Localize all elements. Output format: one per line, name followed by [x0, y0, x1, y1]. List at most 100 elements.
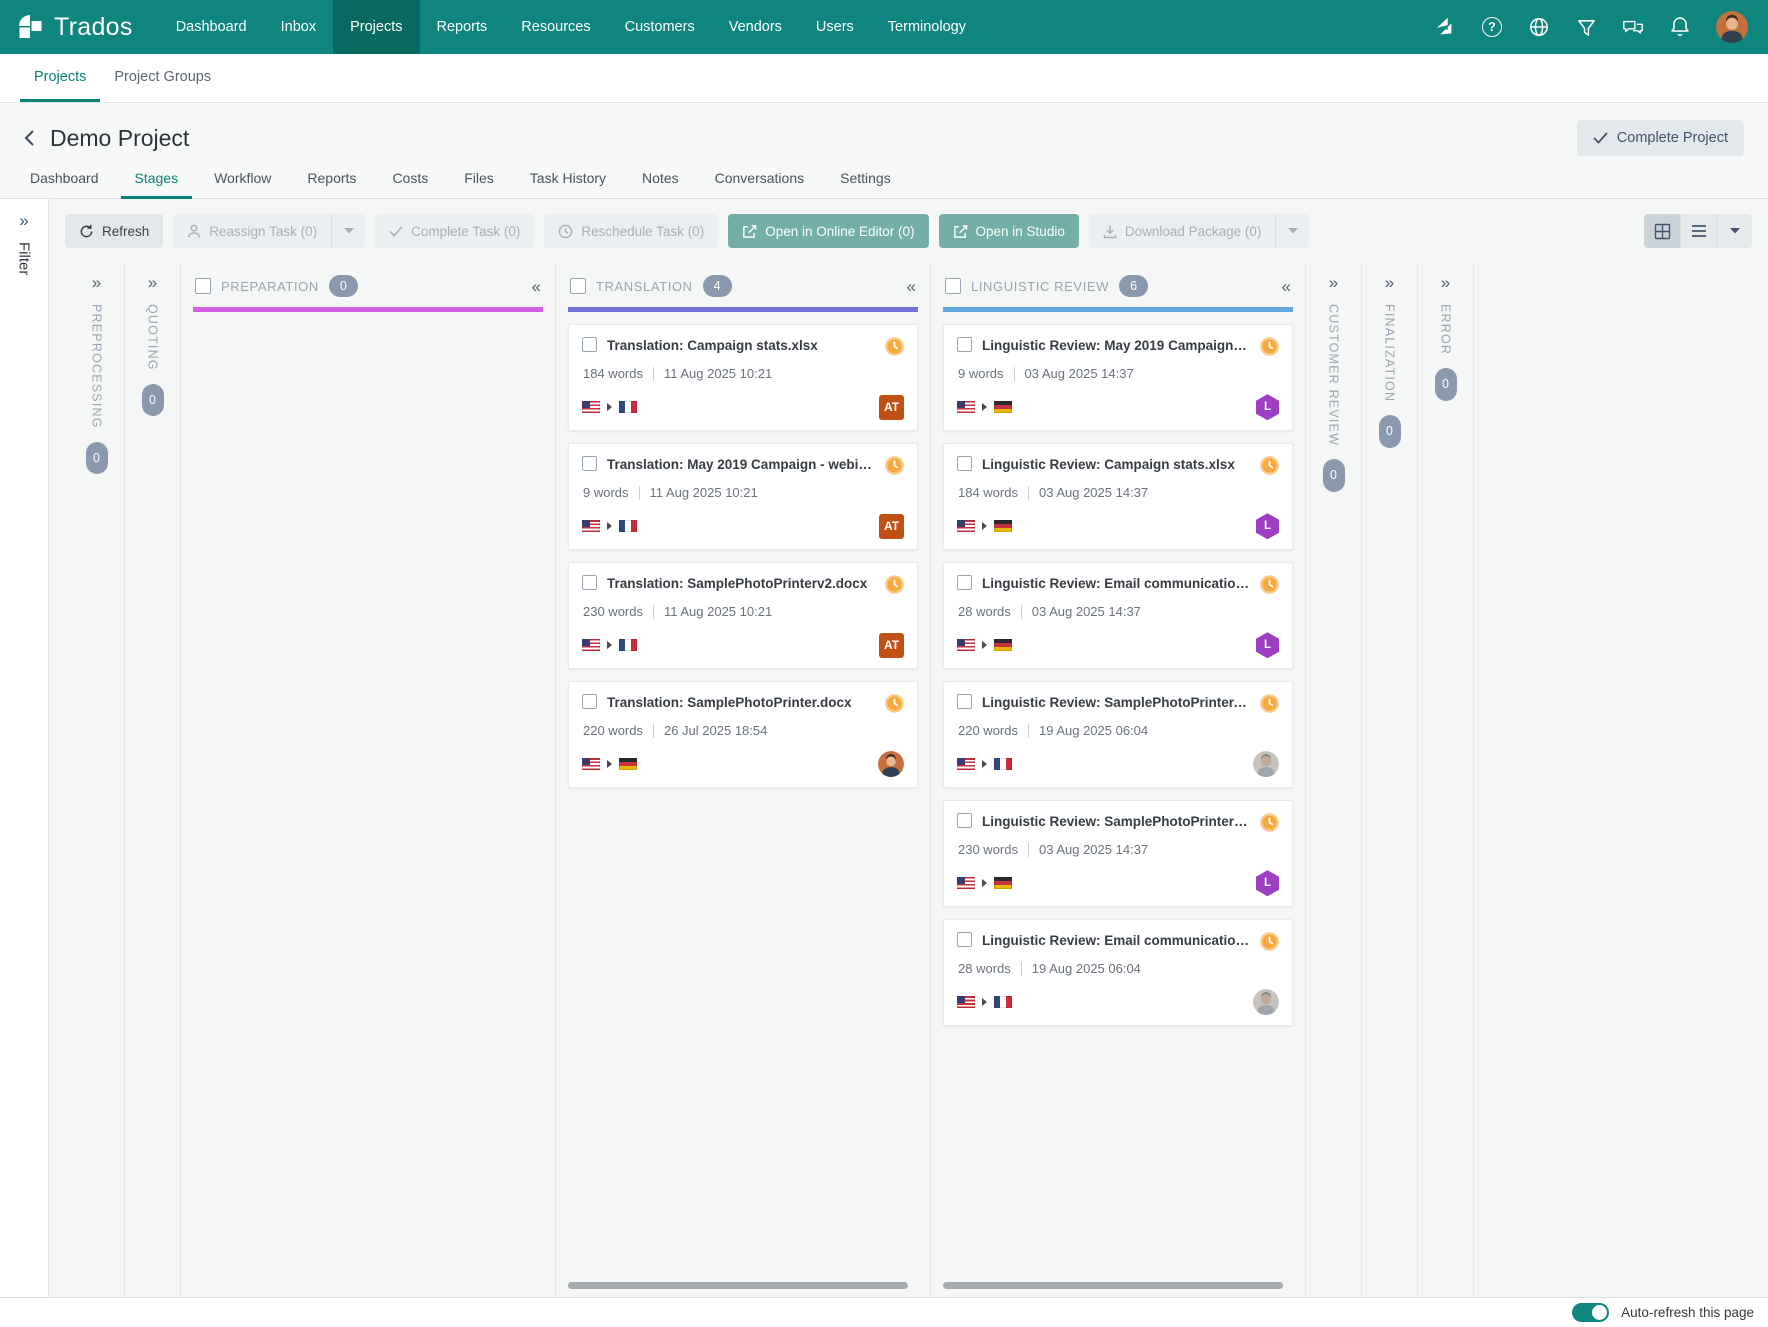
- stage-column-label: PREPROCESSING: [90, 304, 104, 429]
- meta-divider: [1028, 843, 1029, 857]
- task-card[interactable]: Translation: Campaign stats.xlsx184 word…: [568, 324, 918, 431]
- meta-divider: [1028, 724, 1029, 738]
- due-date-clock-icon: [885, 456, 904, 475]
- task-checkbox[interactable]: [582, 337, 597, 352]
- task-checkbox[interactable]: [582, 456, 597, 471]
- complete-project-button[interactable]: Complete Project: [1577, 120, 1744, 156]
- select-all-checkbox[interactable]: [945, 278, 961, 294]
- collapse-column-button[interactable]: «: [532, 278, 541, 295]
- reassign-task-dropdown[interactable]: [331, 214, 365, 248]
- fr-flag-icon: [619, 401, 637, 413]
- notifications-bell-icon[interactable]: [1669, 16, 1691, 38]
- assignee-group-badge: L: [1256, 513, 1279, 539]
- select-all-checkbox[interactable]: [195, 278, 211, 294]
- task-card[interactable]: Linguistic Review: Campaign stats.xlsx18…: [943, 443, 1293, 550]
- expand-column-button[interactable]: »: [92, 274, 101, 291]
- expand-column-button[interactable]: »: [1385, 274, 1394, 291]
- task-checkbox[interactable]: [957, 456, 972, 471]
- ptab-workflow[interactable]: Workflow: [200, 170, 285, 199]
- task-card[interactable]: Translation: SamplePhotoPrinter.docx220 …: [568, 681, 918, 788]
- stage-count-badge: 0: [329, 275, 358, 297]
- nav-item-reports[interactable]: Reports: [420, 0, 505, 54]
- page-footer: Auto-refresh this page: [0, 1297, 1768, 1327]
- open-in-studio-button[interactable]: Open in Studio: [939, 214, 1079, 248]
- task-checkbox[interactable]: [957, 575, 972, 590]
- ptab-conversations[interactable]: Conversations: [701, 170, 819, 199]
- task-card[interactable]: Translation: May 2019 Campaign - webinar…: [568, 443, 918, 550]
- nav-item-resources[interactable]: Resources: [504, 0, 607, 54]
- download-package-dropdown[interactable]: [1275, 214, 1309, 248]
- task-due-date: 11 Aug 2025 10:21: [664, 366, 772, 381]
- back-button[interactable]: [16, 125, 42, 151]
- nav-item-inbox[interactable]: Inbox: [264, 0, 333, 54]
- ptab-stages[interactable]: Stages: [121, 170, 193, 199]
- open-in-online-editor-button[interactable]: Open in Online Editor (0): [728, 214, 928, 248]
- auto-refresh-toggle[interactable]: [1572, 1303, 1609, 1322]
- expand-column-button[interactable]: »: [1441, 274, 1450, 291]
- horizontal-scrollbar-thumb[interactable]: [943, 1282, 1283, 1289]
- nav-item-projects[interactable]: Projects: [333, 0, 419, 54]
- brand[interactable]: Trados: [0, 12, 159, 42]
- globe-icon[interactable]: [1528, 16, 1550, 38]
- nav-item-dashboard[interactable]: Dashboard: [159, 0, 264, 54]
- reschedule-task-button[interactable]: Reschedule Task (0): [544, 214, 718, 248]
- stage-toolbar: Refresh Reassign Task (0) Complete Task …: [49, 199, 1768, 262]
- view-options-dropdown[interactable]: [1716, 214, 1752, 248]
- task-card[interactable]: Translation: SamplePhotoPrinterv2.docx 23…: [568, 562, 918, 669]
- task-card[interactable]: Linguistic Review: SamplePhotoPrinter.do…: [943, 681, 1293, 788]
- tab-projects[interactable]: Projects: [20, 54, 100, 102]
- reassign-task-button[interactable]: Reassign Task (0): [173, 214, 331, 248]
- collapse-column-button[interactable]: «: [907, 278, 916, 295]
- fr-flag-icon: [994, 996, 1012, 1008]
- tab-project-groups[interactable]: Project Groups: [100, 54, 225, 102]
- download-package-button[interactable]: Download Package (0): [1089, 214, 1276, 248]
- task-checkbox[interactable]: [582, 575, 597, 590]
- select-all-checkbox[interactable]: [570, 278, 586, 294]
- ptab-task-history[interactable]: Task History: [516, 170, 620, 199]
- assignee-tag-badge: AT: [879, 633, 904, 658]
- task-card[interactable]: Linguistic Review: Email communication.h…: [943, 919, 1293, 1026]
- list-view-button[interactable]: [1680, 214, 1716, 248]
- task-checkbox[interactable]: [957, 813, 972, 828]
- nav-item-users[interactable]: Users: [799, 0, 871, 54]
- help-icon[interactable]: ?: [1481, 16, 1503, 38]
- expand-filter-button[interactable]: »: [19, 212, 28, 229]
- filter-funnel-icon[interactable]: [1575, 16, 1597, 38]
- filter-panel-collapsed: » Filter: [0, 199, 49, 1297]
- collapse-column-button[interactable]: «: [1282, 278, 1291, 295]
- task-card[interactable]: Linguistic Review: SamplePhotoPrinterv2.…: [943, 800, 1293, 907]
- ptab-costs[interactable]: Costs: [378, 170, 442, 199]
- task-word-count: 220 words: [958, 723, 1018, 738]
- reassign-task-split-button: Reassign Task (0): [173, 214, 365, 248]
- rws-swan-icon[interactable]: [1434, 16, 1456, 38]
- task-checkbox[interactable]: [957, 337, 972, 352]
- card-list: Linguistic Review: May 2019 Campaign - w…: [931, 312, 1305, 1297]
- us-flag-icon: [957, 401, 975, 413]
- ptab-reports[interactable]: Reports: [293, 170, 370, 199]
- task-card[interactable]: Linguistic Review: May 2019 Campaign - w…: [943, 324, 1293, 431]
- nav-item-terminology[interactable]: Terminology: [871, 0, 983, 54]
- nav-item-vendors[interactable]: Vendors: [712, 0, 799, 54]
- ptab-settings[interactable]: Settings: [826, 170, 905, 199]
- ptab-files[interactable]: Files: [450, 170, 508, 199]
- expand-column-button[interactable]: »: [148, 274, 157, 291]
- ptab-notes[interactable]: Notes: [628, 170, 693, 199]
- task-due-date: 03 Aug 2025 14:37: [1032, 604, 1141, 619]
- task-card[interactable]: Linguistic Review: Email communication.h…: [943, 562, 1293, 669]
- user-avatar[interactable]: [1716, 11, 1748, 43]
- complete-task-button[interactable]: Complete Task (0): [375, 214, 534, 248]
- task-checkbox[interactable]: [957, 932, 972, 947]
- expand-column-button[interactable]: »: [1329, 274, 1338, 291]
- task-title: Translation: SamplePhotoPrinterv2.docx: [607, 575, 875, 591]
- de-flag-icon: [994, 639, 1012, 651]
- card-view-button[interactable]: [1644, 214, 1680, 248]
- messages-icon[interactable]: [1622, 16, 1644, 38]
- task-checkbox[interactable]: [957, 694, 972, 709]
- task-word-count: 230 words: [583, 604, 643, 619]
- refresh-button[interactable]: Refresh: [65, 214, 163, 248]
- ptab-dashboard[interactable]: Dashboard: [16, 170, 113, 199]
- nav-item-customers[interactable]: Customers: [608, 0, 712, 54]
- language-pair-arrow-icon: [607, 403, 612, 411]
- horizontal-scrollbar-thumb[interactable]: [568, 1282, 908, 1289]
- task-checkbox[interactable]: [582, 694, 597, 709]
